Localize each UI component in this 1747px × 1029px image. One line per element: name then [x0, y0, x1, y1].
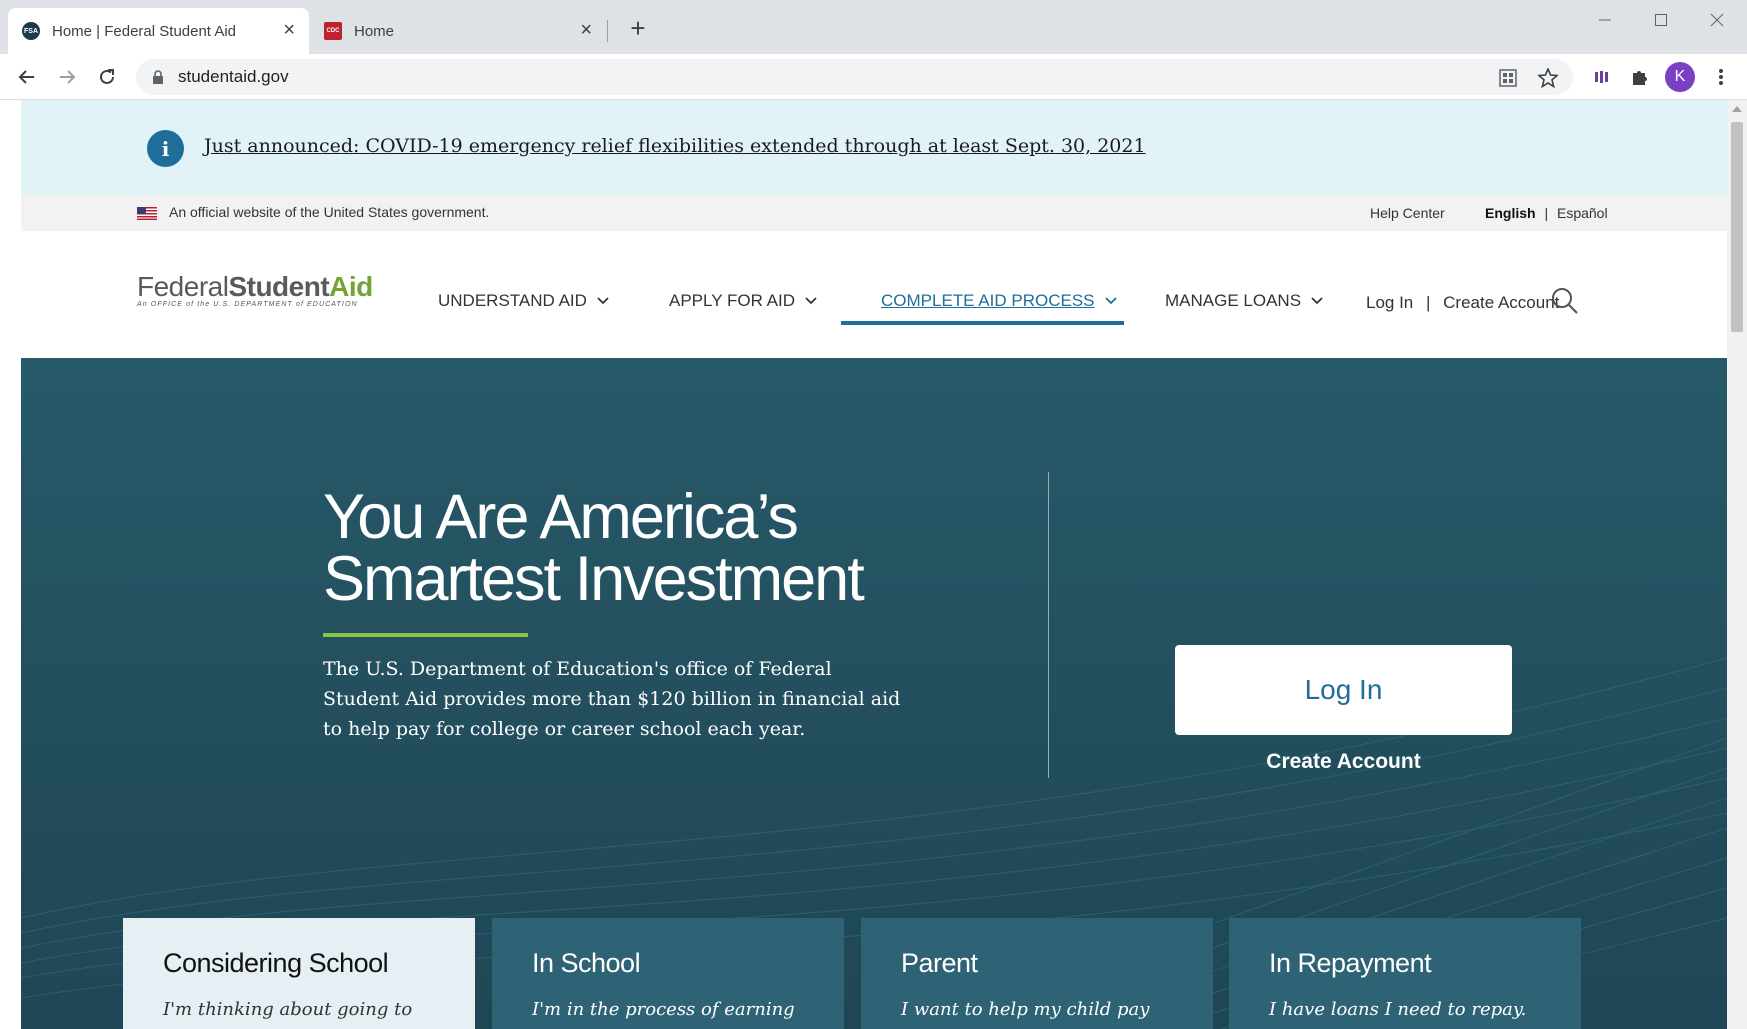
address-bar[interactable]: studentaid.gov — [136, 59, 1573, 95]
hero-divider — [1048, 472, 1049, 778]
tab-separator — [607, 20, 608, 42]
nav-understand-aid[interactable]: UNDERSTAND AID — [438, 291, 609, 311]
search-icon[interactable] — [1551, 287, 1579, 315]
qr-code-icon[interactable] — [1497, 67, 1519, 89]
page-viewport: i Just announced: COVID-19 emergency rel… — [21, 100, 1727, 1029]
lock-icon — [152, 70, 164, 89]
card-description: I want to help my child pay for — [901, 999, 1150, 1020]
hero-title-line-1: You Are America’s — [323, 482, 799, 552]
close-window-icon[interactable] — [1689, 0, 1745, 40]
browser-tab-fsa[interactable]: FSA Home | Federal Student Aid × — [8, 8, 309, 54]
hero-login-button[interactable]: Log In — [1175, 645, 1512, 735]
espanol-link[interactable]: Español — [1557, 205, 1608, 221]
url-text: studentaid.gov — [178, 67, 289, 86]
hero-title-underline — [323, 633, 528, 637]
fsa-logo[interactable]: FederalStudentAid An OFFICE of the U.S. … — [137, 271, 382, 313]
bookmark-star-icon[interactable] — [1537, 67, 1559, 89]
header-create-account-link[interactable]: Create Account — [1443, 293, 1559, 312]
back-icon[interactable] — [11, 61, 43, 93]
nav-complete-aid-process[interactable]: COMPLETE AID PROCESS — [881, 291, 1117, 311]
header-account-links: Log In | Create Account — [1366, 293, 1559, 313]
card-considering-school[interactable]: Considering School I'm thinking about go… — [123, 918, 475, 1029]
nav-label: APPLY FOR AID — [669, 291, 795, 310]
browser-tab-strip: FSA Home | Federal Student Aid × CDC Hom… — [0, 0, 1747, 54]
profile-avatar[interactable]: K — [1665, 62, 1695, 92]
card-title: In Repayment — [1269, 948, 1432, 978]
chevron-down-icon — [1104, 297, 1117, 305]
lang-separator: | — [1544, 205, 1549, 221]
header-login-link[interactable]: Log In — [1366, 293, 1413, 312]
hero-description: The U.S. Department of Education's offic… — [323, 658, 901, 740]
card-in-repayment[interactable]: In Repayment I have loans I need to repa… — [1229, 918, 1581, 1029]
close-tab-icon[interactable]: × — [283, 20, 295, 40]
us-flag-icon — [137, 207, 157, 220]
official-gov-banner: An official website of the United States… — [21, 195, 1727, 231]
site-header: FederalStudentAid An OFFICE of the U.S. … — [21, 231, 1727, 358]
card-in-school[interactable]: In School I'm in the process of earning … — [492, 918, 844, 1029]
nav-label: MANAGE LOANS — [1165, 291, 1302, 310]
official-website-text: An official website of the United States… — [169, 204, 490, 220]
forward-icon[interactable] — [51, 61, 83, 93]
reload-icon[interactable] — [91, 61, 123, 93]
hero-section: You Are America’s Smartest Investment Th… — [21, 358, 1727, 1029]
tab-title: Home — [354, 22, 395, 40]
page-scrollbar[interactable] — [1727, 100, 1747, 1029]
nav-manage-loans[interactable]: MANAGE LOANS — [1165, 291, 1323, 311]
nav-label: COMPLETE AID PROCESS — [881, 291, 1095, 310]
scroll-up-arrow-icon[interactable] — [1732, 106, 1742, 112]
extensions-puzzle-icon[interactable] — [1624, 61, 1656, 93]
extension-icon[interactable] — [1585, 61, 1617, 93]
hero-title: You Are America’s Smartest Investment — [323, 482, 865, 614]
fsa-favicon-icon: FSA — [22, 22, 40, 40]
browser-tab-home[interactable]: CDC Home × — [310, 8, 606, 54]
hero-create-account-link[interactable]: Create Account — [1175, 750, 1512, 774]
browser-toolbar: studentaid.gov K — [0, 54, 1747, 100]
chevron-down-icon — [805, 297, 817, 305]
language-switcher: English | Español — [1485, 205, 1608, 221]
tab-title: Home | Federal Student Aid — [52, 22, 236, 40]
announcement-banner: i Just announced: COVID-19 emergency rel… — [21, 100, 1727, 195]
nav-active-indicator — [841, 321, 1124, 325]
card-title: In School — [532, 948, 641, 978]
cdc-favicon-icon: CDC — [324, 22, 342, 40]
card-description: I'm in the process of earning a — [532, 999, 795, 1020]
chevron-down-icon — [597, 297, 609, 305]
scrollbar-thumb[interactable] — [1731, 122, 1743, 332]
chevron-down-icon — [1311, 297, 1323, 305]
info-icon: i — [147, 130, 184, 167]
close-tab-icon[interactable]: × — [580, 20, 592, 40]
logo-word-student: Student — [228, 271, 330, 302]
maximize-window-icon[interactable] — [1633, 0, 1689, 40]
nav-label: UNDERSTAND AID — [438, 291, 587, 310]
logo-word-aid: Aid — [329, 271, 373, 302]
english-link[interactable]: English — [1485, 205, 1536, 221]
logo-word-federal: Federal — [137, 271, 229, 302]
help-center-link[interactable]: Help Center — [1370, 205, 1445, 221]
minimize-window-icon[interactable] — [1577, 0, 1633, 40]
card-parent[interactable]: Parent I want to help my child pay for — [861, 918, 1213, 1029]
card-title: Considering School — [163, 948, 389, 978]
announcement-link[interactable]: Just announced: COVID-19 emergency relie… — [204, 135, 1146, 157]
left-gutter — [0, 100, 21, 1029]
hero-title-line-2: Smartest Investment — [323, 544, 865, 614]
nav-apply-for-aid[interactable]: APPLY FOR AID — [669, 291, 817, 311]
new-tab-button[interactable]: + — [624, 14, 652, 42]
card-title: Parent — [901, 948, 978, 978]
card-description: I have loans I need to repay. — [1269, 999, 1527, 1020]
browser-menu-icon[interactable] — [1705, 61, 1737, 93]
card-description: I'm thinking about going to — [163, 999, 413, 1020]
header-link-separator: | — [1426, 293, 1431, 312]
logo-tagline: An OFFICE of the U.S. DEPARTMENT of EDUC… — [137, 301, 358, 308]
